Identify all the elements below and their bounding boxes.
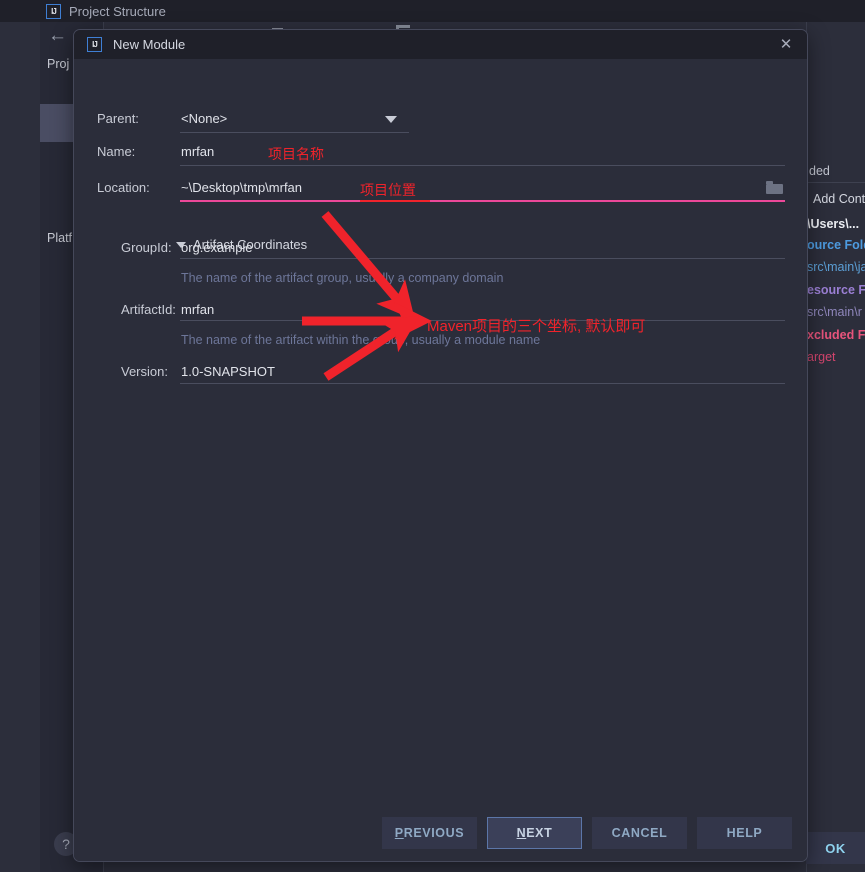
version-field-underline xyxy=(180,383,785,384)
toolbar-icon-bit-4 xyxy=(396,25,410,28)
parent-field-underline xyxy=(180,132,409,133)
version-label: Version: xyxy=(121,364,168,379)
groupid-field-underline xyxy=(180,258,785,259)
resource-folders-label: esource F xyxy=(807,283,865,297)
help-button[interactable]: HELP xyxy=(697,817,792,849)
previous-mnemonic: P xyxy=(394,826,404,840)
panel-divider xyxy=(807,182,865,183)
location-input[interactable]: ~\Desktop\tmp\mrfan xyxy=(181,180,302,195)
content-root-path: \Users\... xyxy=(807,217,860,231)
source-folders-label: ource Fold xyxy=(807,238,865,252)
add-content-root-label: Add Cont xyxy=(813,192,865,206)
parent-label: Parent: xyxy=(97,111,139,126)
back-arrow-icon[interactable]: ← xyxy=(48,26,70,46)
next-button[interactable]: NEXT xyxy=(487,817,582,849)
artifactid-input[interactable]: mrfan xyxy=(181,302,214,317)
excluded-folders-path[interactable]: arget xyxy=(807,350,836,364)
annotation-location-note: 项目位置 xyxy=(360,182,416,198)
module-content-roots-panel: ded Add Cont \Users\... ource Fold src\m… xyxy=(806,22,865,872)
intellij-idea-logo-icon: IJ xyxy=(87,37,102,52)
location-field-underline xyxy=(180,200,785,202)
groupid-input[interactable]: org.example xyxy=(181,240,253,255)
groupid-label: GroupId: xyxy=(121,240,172,255)
ok-button[interactable]: OK xyxy=(806,832,865,864)
add-content-root-button[interactable]: Add Cont xyxy=(813,192,865,206)
folder-icon[interactable] xyxy=(766,181,783,194)
project-structure-title: Project Structure xyxy=(69,3,166,19)
previous-button[interactable]: PREVIOUS xyxy=(382,817,477,849)
name-field-underline xyxy=(180,165,785,166)
sidebar-group-platform[interactable]: Platf xyxy=(47,231,72,245)
resource-folders-path[interactable]: src\main\r xyxy=(807,305,862,319)
excluded-label-partial: ded xyxy=(809,164,830,178)
cancel-button[interactable]: CANCEL xyxy=(592,817,687,849)
parent-select-value[interactable]: <None> xyxy=(181,111,227,126)
artifactid-label: ArtifactId: xyxy=(121,302,176,317)
sidebar-group-project[interactable]: Proj xyxy=(47,57,69,71)
dialog-button-bar: PREVIOUS NEXT CANCEL HELP xyxy=(74,805,807,861)
location-label: Location: xyxy=(97,180,150,195)
annotation-name-note: 项目名称 xyxy=(268,146,324,162)
version-input[interactable]: 1.0-SNAPSHOT xyxy=(181,364,275,379)
next-mnemonic: N xyxy=(516,826,527,840)
project-structure-titlebar: IJ Project Structure xyxy=(0,0,865,22)
chevron-down-icon[interactable] xyxy=(385,116,397,123)
groupid-hint: The name of the artifact group, usually … xyxy=(181,271,504,285)
intellij-idea-logo-icon: IJ xyxy=(46,3,61,19)
new-module-dialog: IJ New Module ✕ Parent: <None> Name: mrf… xyxy=(73,29,808,862)
source-folders-path[interactable]: src\main\ja xyxy=(807,260,865,274)
new-module-titlebar: IJ New Module ✕ xyxy=(74,30,807,59)
new-module-title: New Module xyxy=(113,37,186,52)
name-label: Name: xyxy=(97,144,136,159)
name-input[interactable]: mrfan xyxy=(181,144,214,159)
previous-label-rest: REVIOUS xyxy=(403,826,465,840)
annotation-coordinates-note: Maven项目的三个坐标, 默认即可 xyxy=(427,318,646,335)
excluded-folders-label: xcluded F xyxy=(807,328,865,342)
annotation-arrow-1 xyxy=(321,211,416,321)
close-icon[interactable]: ✕ xyxy=(778,36,794,53)
annotation-location-underline xyxy=(360,200,430,202)
new-module-body: Parent: <None> Name: mrfan Location: ~\D… xyxy=(74,59,807,861)
next-label-rest: EXT xyxy=(526,826,553,840)
folder-icon-body xyxy=(766,184,783,194)
